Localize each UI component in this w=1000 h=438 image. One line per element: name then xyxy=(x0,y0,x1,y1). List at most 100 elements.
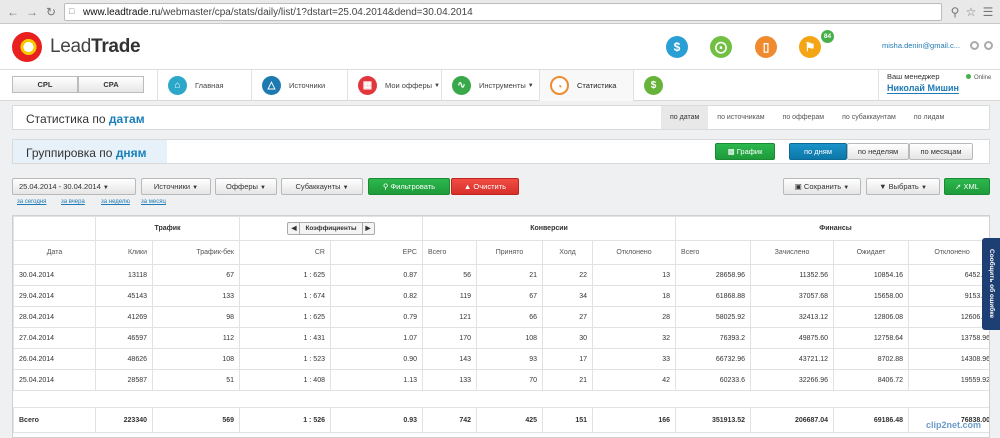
table-cell[interactable]: 27 xyxy=(542,306,593,328)
table-cell: 28.04.2014 xyxy=(13,306,96,328)
col-traffic-back[interactable]: Трафик-бек xyxy=(152,240,240,265)
user-email[interactable]: misha.denin@gmail.c... xyxy=(882,41,960,50)
forward-icon[interactable]: → xyxy=(25,5,39,19)
tab-my-offers[interactable]: ▦ Мои офферы ▼ xyxy=(347,70,441,101)
select-button[interactable]: ▼ Выбрать ▼ xyxy=(866,178,940,195)
report-error-tab[interactable]: Сообщить об ошибке xyxy=(982,238,1000,330)
reload-icon[interactable]: ↻ xyxy=(44,5,58,19)
tab-by-offers[interactable]: по офферам xyxy=(774,106,834,129)
table-cell[interactable]: 21 xyxy=(476,264,543,286)
watermark: clip2net.com xyxy=(926,420,982,430)
col-pending[interactable]: Ожидает xyxy=(833,240,910,265)
cpl-toggle[interactable]: CPL xyxy=(12,76,78,93)
table-cell[interactable]: 66 xyxy=(476,306,543,328)
col-conv-rejected[interactable]: Отклонено xyxy=(591,240,677,265)
save-button[interactable]: ▣ Сохранить ▼ xyxy=(783,178,861,195)
quick-today[interactable]: за сегодня xyxy=(17,199,46,205)
group-by-days[interactable]: по дням xyxy=(789,143,847,160)
manager-name[interactable]: Николай Мишин xyxy=(887,83,959,94)
tab-finance[interactable]: $ xyxy=(633,70,673,101)
col-clicks[interactable]: Клики xyxy=(95,240,153,265)
table-cell[interactable]: 32 xyxy=(591,327,677,349)
stats-tabs: по датам по источникам по офферам по суб… xyxy=(661,106,953,129)
tab-by-dates[interactable]: по датам xyxy=(661,106,709,129)
quick-week[interactable]: за неделю xyxy=(101,199,130,205)
dollar-icon[interactable]: $ xyxy=(666,36,688,58)
table-cell: 133 xyxy=(152,285,240,307)
table-cell[interactable]: 143 xyxy=(422,348,477,370)
menu-icon[interactable]: ☰ xyxy=(981,5,995,19)
dollar-icon: $ xyxy=(644,76,663,95)
bell-icon[interactable]: ⚑ xyxy=(799,36,821,58)
chart-button[interactable]: ▩ График xyxy=(715,143,775,160)
address-bar[interactable]: □ www.leadtrade.ru/webmaster/cpa/stats/d… xyxy=(64,3,942,21)
tab-home[interactable]: ⌂ Главная xyxy=(157,70,251,101)
back-icon[interactable]: ← xyxy=(6,5,20,19)
table-cell[interactable]: 121 xyxy=(422,306,477,328)
coefficients-switcher[interactable]: ◀ Коэффициенты ▶ xyxy=(287,222,375,235)
tab-sources[interactable]: △ Источники xyxy=(251,70,347,101)
cpa-toggle[interactable]: CPA xyxy=(78,76,144,93)
clear-button[interactable]: ▲ Очистить xyxy=(451,178,519,195)
tab-by-leads[interactable]: по лидам xyxy=(905,106,953,129)
col-fin-total[interactable]: Всего xyxy=(675,240,752,265)
table-cell[interactable]: 56 xyxy=(422,264,477,286)
site-header: LeadTrade $ ⨀ ▯ ⚑ 84 misha.denin@gmail.c… xyxy=(0,24,1000,70)
date-range-picker[interactable]: 25.04.2014 - 30.04.2014 ▼ xyxy=(12,178,136,195)
search-icon[interactable]: ⚲ xyxy=(948,5,962,19)
offers-dropdown[interactable]: Офферы ▼ xyxy=(215,178,277,195)
tab-by-sources[interactable]: по источникам xyxy=(708,106,773,129)
table-cell: 98 xyxy=(152,306,240,328)
tab-statistics[interactable]: ◔ Статистика xyxy=(539,70,633,101)
xml-button[interactable]: ➚ XML xyxy=(944,178,990,195)
col-date[interactable]: Дата xyxy=(13,240,96,265)
chevron-right-icon[interactable]: ▶ xyxy=(361,223,374,234)
table-cell[interactable]: 22 xyxy=(542,264,593,286)
table-cell[interactable]: 93 xyxy=(476,348,543,370)
table-cell[interactable]: 119 xyxy=(422,285,477,307)
group-by-months[interactable]: по месяцам xyxy=(909,143,973,160)
settings-icon[interactable] xyxy=(984,41,993,50)
sources-dropdown[interactable]: Источники ▼ xyxy=(141,178,211,195)
chevron-left-icon[interactable]: ◀ xyxy=(288,223,301,234)
col-epc[interactable]: EPC xyxy=(330,240,423,265)
col-fin-rejected[interactable]: Отклонено xyxy=(908,240,989,265)
quick-yesterday[interactable]: за вчера xyxy=(61,199,85,205)
logo-text[interactable]: LeadTrade xyxy=(50,36,141,58)
col-conv-total[interactable]: Всего xyxy=(422,240,477,265)
table-cell[interactable]: 17 xyxy=(542,348,593,370)
table-cell[interactable]: 133 xyxy=(422,369,477,391)
table-cell[interactable]: 28 xyxy=(591,306,677,328)
table-cell[interactable]: 18 xyxy=(591,285,677,307)
gear-icon[interactable] xyxy=(970,41,979,50)
table-cell[interactable]: 33 xyxy=(591,348,677,370)
table-cell[interactable]: 70 xyxy=(476,369,543,391)
bookmark-icon[interactable]: ☆ xyxy=(964,5,978,19)
lifebuoy-icon[interactable]: ⨀ xyxy=(710,36,732,58)
tab-by-subaccounts[interactable]: по субаккаунтам xyxy=(833,106,905,129)
filter-button[interactable]: ⚲ Фильтровать xyxy=(368,178,450,195)
group-by-weeks[interactable]: по неделям xyxy=(847,143,909,160)
table-cell[interactable]: 30 xyxy=(542,327,593,349)
ticket-icon[interactable]: ▯ xyxy=(755,36,777,58)
table-cell[interactable]: 67 xyxy=(476,285,543,307)
tab-tools[interactable]: ∿ Инструменты ▼ xyxy=(441,70,539,101)
col-cr[interactable]: CR xyxy=(239,240,331,265)
col-credited[interactable]: Зачислено xyxy=(750,240,835,265)
col-hold[interactable]: Холд xyxy=(542,240,593,265)
table-cell[interactable]: 21 xyxy=(542,369,593,391)
table-cell[interactable]: 42 xyxy=(591,369,677,391)
table-cell[interactable]: 170 xyxy=(422,327,477,349)
col-accepted[interactable]: Принято xyxy=(476,240,543,265)
table-cell: 43721.12 xyxy=(750,348,835,370)
table-cell: 108 xyxy=(152,348,240,370)
subaccounts-dropdown[interactable]: Субаккаунты ▼ xyxy=(281,178,363,195)
table-cell: 0.82 xyxy=(330,285,423,307)
quick-month[interactable]: за месяц xyxy=(141,199,166,205)
logo-icon[interactable] xyxy=(12,32,42,62)
table-cell[interactable]: 34 xyxy=(542,285,593,307)
table-cell[interactable]: 13 xyxy=(591,264,677,286)
save-icon: ▣ xyxy=(794,182,804,191)
group-title: Группировка по дням xyxy=(26,146,147,160)
table-cell[interactable]: 108 xyxy=(476,327,543,349)
